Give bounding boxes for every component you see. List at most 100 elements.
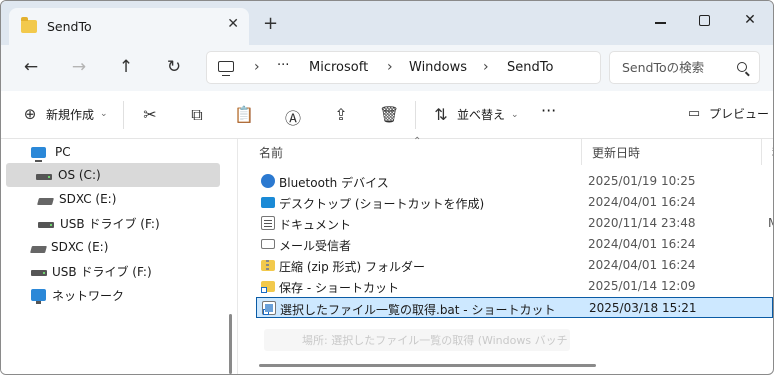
tab-sendto[interactable]: SendTo ✕ xyxy=(9,8,249,45)
forward-button[interactable]: → xyxy=(68,57,90,77)
file-date: 2020/11/14 23:48 xyxy=(588,216,696,230)
tab-close-icon[interactable]: ✕ xyxy=(227,16,239,32)
breadcrumb-separator[interactable]: › xyxy=(254,59,260,75)
new-tab-button[interactable]: + xyxy=(263,13,278,34)
column-header-modified[interactable]: 更新日時 xyxy=(582,139,762,165)
preview-button[interactable]: ▭ プレビュー xyxy=(684,105,769,122)
tree-item-label: SDXC (E:) xyxy=(59,192,117,206)
tree-scrollbar[interactable] xyxy=(229,314,232,374)
tree-item-label: USB ドライブ (F:) xyxy=(52,264,152,279)
address-bar[interactable]: › ··· Microsoft › Windows › SendTo xyxy=(206,51,601,84)
rename-button[interactable]: Ⓐ xyxy=(283,105,303,129)
share-button[interactable]: ⇪ xyxy=(331,105,351,124)
file-date: 2024/04/01 16:24 xyxy=(588,237,696,251)
file-row[interactable]: メール受信者 2024/04/01 16:24 xyxy=(256,234,773,255)
explorer-window: SendTo ✕ + ✕ ← → ↑ ↻ › ··· Microsoft › W… xyxy=(0,0,774,375)
breadcrumb-microsoft[interactable]: Microsoft xyxy=(309,60,368,75)
tree-item-label: USB ドライブ (F:) xyxy=(60,216,160,231)
delete-button[interactable]: 🗑 xyxy=(379,105,399,124)
tree-item-label: PC xyxy=(55,145,71,159)
navigation-bar: ← → ↑ ↻ › ··· Microsoft › Windows › Send… xyxy=(1,45,773,91)
sort-label: 並べ替え xyxy=(457,108,506,122)
navigation-pane: PC OS (C:) SDXC (E:) USB ドライブ (F:) SDXC … xyxy=(1,139,234,374)
file-row[interactable]: 保存 - ショートカット 2025/01/14 12:09 xyxy=(256,276,773,297)
file-name: 保存 - ショートカット xyxy=(279,281,399,295)
mail-icon xyxy=(261,239,275,249)
divider xyxy=(415,101,416,129)
new-button[interactable]: ⊕ 新規作成 ⌄ xyxy=(20,105,108,123)
rename-icon: Ⓐ xyxy=(284,109,301,128)
usb-drive-icon xyxy=(38,222,54,228)
breadcrumb-sendto[interactable]: SendTo xyxy=(507,60,553,75)
file-name: 選択したファイル一覧の取得.bat - ショートカット xyxy=(280,303,556,317)
search-icon[interactable] xyxy=(737,62,747,72)
folder-icon xyxy=(21,17,37,33)
pane-divider[interactable] xyxy=(237,139,238,374)
clipboard-icon: 📋 xyxy=(234,105,254,124)
tree-item-os-c[interactable]: OS (C:) xyxy=(6,163,220,187)
file-row[interactable]: Bluetooth デバイス 2025/01/19 10:25 xyxy=(256,171,773,192)
file-name: メール受信者 xyxy=(279,239,352,253)
tree-item-usb-f-root[interactable]: USB ドライブ (F:) xyxy=(31,259,152,283)
divider xyxy=(123,101,124,129)
tree-item-usb-f[interactable]: USB ドライブ (F:) xyxy=(38,211,160,235)
title-bar: SendTo ✕ + ✕ xyxy=(1,1,773,45)
new-label: 新規作成 xyxy=(46,107,95,122)
column-header-type[interactable]: 種 xyxy=(762,139,773,165)
minimize-button[interactable] xyxy=(637,7,683,33)
file-name: デスクトップ (ショートカットを作成) xyxy=(279,197,485,211)
file-name: 圧縮 (zip 形式) フォルダー xyxy=(279,260,426,274)
tree-item-sdxc-e[interactable]: SDXC (E:) xyxy=(37,187,117,211)
refresh-button[interactable]: ↻ xyxy=(163,57,185,77)
sort-button[interactable]: ⇅ 並べ替え ⌄ xyxy=(431,105,519,124)
more-options-button[interactable]: ··· xyxy=(541,101,556,120)
pc-icon xyxy=(31,146,46,162)
file-row-selected[interactable]: 選択したファイル一覧の取得.bat - ショートカット 2025/03/18 1… xyxy=(256,297,773,318)
desktop-icon xyxy=(261,197,275,208)
column-header-name[interactable]: 名前 xyxy=(249,139,582,165)
file-name: Bluetooth デバイス xyxy=(279,176,389,190)
tree-item-label: SDXC (E:) xyxy=(51,240,109,254)
shortcut-arrow-icon xyxy=(263,309,269,315)
network-icon xyxy=(31,289,46,304)
computer-icon[interactable] xyxy=(218,61,234,76)
file-date: 2025/01/19 10:25 xyxy=(588,174,696,188)
file-row[interactable]: ドキュメント 2020/11/14 23:48 M xyxy=(256,213,773,234)
tree-item-sdxc-e-root[interactable]: SDXC (E:) xyxy=(30,235,109,259)
up-button[interactable]: ↑ xyxy=(115,57,137,77)
breadcrumb-more[interactable]: ··· xyxy=(277,58,289,73)
breadcrumb-windows[interactable]: Windows xyxy=(409,60,467,75)
copy-button[interactable]: ⧉ xyxy=(187,105,207,125)
file-date: 2024/04/01 16:24 xyxy=(588,195,696,209)
tree-item-network[interactable]: ネットワーク xyxy=(31,283,124,307)
minimize-icon xyxy=(654,22,666,24)
search-input[interactable] xyxy=(622,60,732,75)
share-icon: ⇪ xyxy=(334,105,348,124)
maximize-icon xyxy=(698,14,710,26)
back-button[interactable]: ← xyxy=(20,57,42,77)
sort-icon: ⇅ xyxy=(434,105,448,124)
file-row[interactable]: 圧縮 (zip 形式) フォルダー 2024/04/01 16:24 xyxy=(256,255,773,276)
file-row[interactable]: デスクトップ (ショートカットを作成) 2024/04/01 16:24 xyxy=(256,192,773,213)
breadcrumb-separator[interactable]: › xyxy=(483,59,489,75)
bat-shortcut-icon xyxy=(262,301,276,315)
copy-icon: ⧉ xyxy=(191,105,203,124)
drive-icon xyxy=(36,174,52,180)
breadcrumb-separator[interactable]: › xyxy=(387,59,393,75)
command-bar: ⊕ 新規作成 ⌄ ✂ ⧉ 📋 Ⓐ ⇪ 🗑 ⇅ 並べ替え ⌄ ··· ▭ プレビュ… xyxy=(1,91,773,139)
file-date: 2024/04/01 16:24 xyxy=(588,258,696,272)
scissors-icon: ✂ xyxy=(143,105,157,124)
close-window-button[interactable]: ✕ xyxy=(727,7,773,33)
paste-button[interactable]: 📋 xyxy=(234,105,254,124)
chevron-down-icon: ⌄ xyxy=(511,109,519,120)
search-box[interactable] xyxy=(609,51,760,84)
folder-shortcut-icon xyxy=(261,281,275,293)
maximize-button[interactable] xyxy=(681,7,727,33)
sd-card-icon xyxy=(30,245,47,253)
horizontal-scrollbar[interactable] xyxy=(259,364,596,367)
tree-item-pc[interactable]: PC xyxy=(31,140,71,164)
preview-pane-icon: ▭ xyxy=(687,106,701,121)
file-date: 2025/01/14 12:09 xyxy=(588,279,696,293)
cut-button[interactable]: ✂ xyxy=(140,105,160,124)
shortcut-arrow-icon xyxy=(261,287,267,293)
